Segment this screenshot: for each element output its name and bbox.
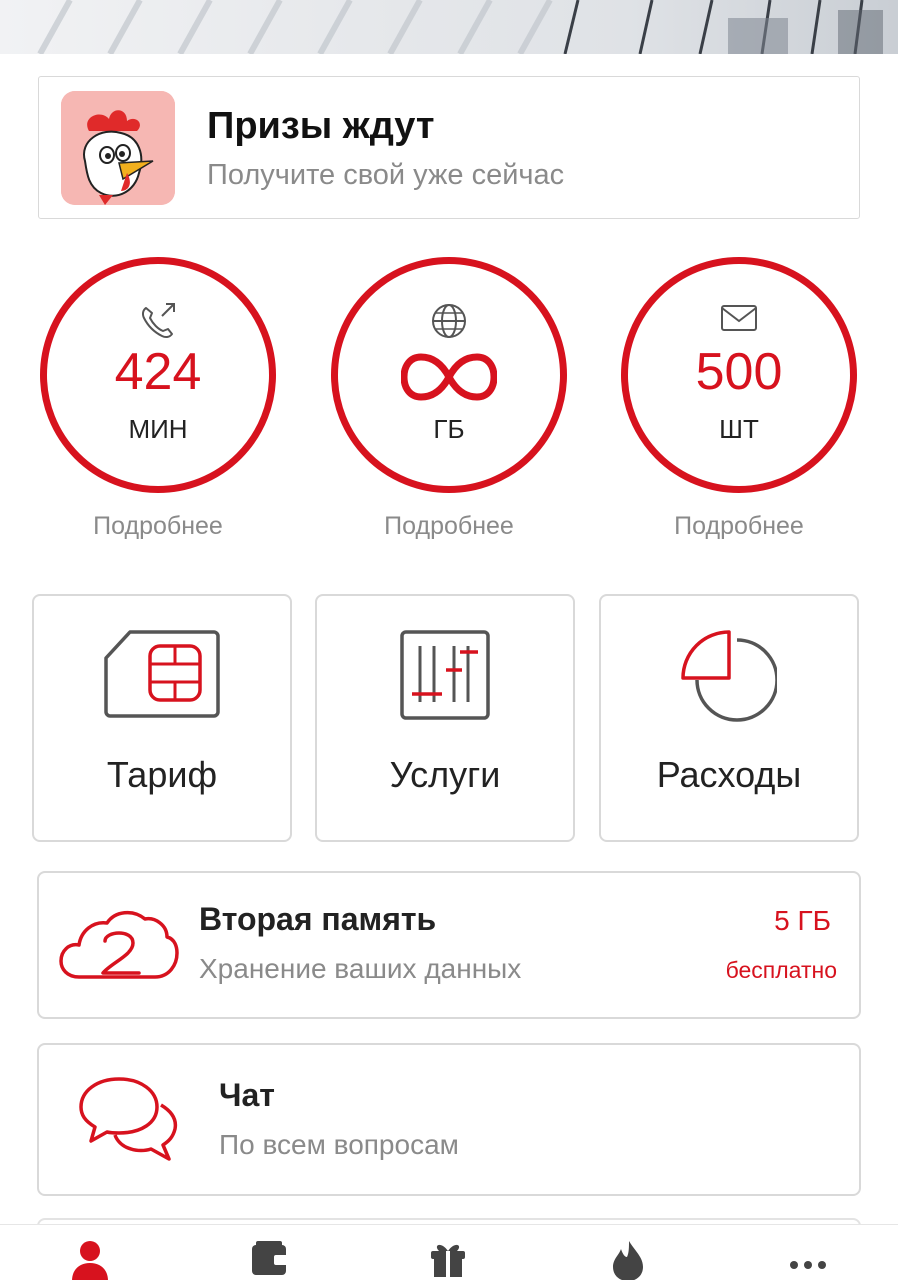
promo-card[interactable]: Призы ждут Получите свой уже сейчас [38,76,860,219]
flame-icon [613,1241,643,1280]
storage-amount: 5 ГБ [774,905,831,936]
internet-details-link[interactable]: Подробнее [331,512,567,541]
storage-title: Вторая память [199,901,437,937]
minutes-balance-ring[interactable]: 424 МИН [40,257,276,493]
expenses-tile[interactable]: Расходы [599,594,859,842]
chat-card[interactable]: Чат По всем вопросам [37,1043,861,1196]
pie-chart-icon [681,630,779,731]
cloud-two-icon [59,907,179,986]
nav-profile[interactable] [60,1239,120,1280]
globe-icon [430,302,468,345]
internet-unit: ГБ [433,414,465,444]
sms-details-link[interactable]: Подробнее [621,512,857,541]
more-icon [790,1261,826,1269]
header-banner-image [0,0,898,54]
nav-more[interactable] [778,1239,838,1280]
promo-subtitle: Получите свой уже сейчас [207,159,565,191]
chat-bubbles-icon [79,1075,179,1170]
storage-subtitle: Хранение ваших данных [199,953,522,984]
minutes-details-link[interactable]: Подробнее [40,512,276,541]
internet-balance-ring[interactable]: ∞ ГБ [331,257,567,493]
tariff-tile[interactable]: Тариф [32,594,292,842]
nav-gifts[interactable] [418,1239,478,1280]
chat-subtitle: По всем вопросам [219,1129,459,1160]
profile-icon [72,1241,108,1280]
infinity-symbol: ∞ [400,352,498,407]
minutes-unit: МИН [128,414,188,444]
cloud-storage-card[interactable]: Вторая память Хранение ваших данных 5 ГБ… [37,871,861,1019]
nav-offers[interactable] [598,1239,658,1280]
minutes-value: 424 [114,343,202,401]
phone-call-icon [138,302,178,345]
wallet-icon [252,1241,288,1275]
nav-wallet[interactable] [239,1239,299,1280]
sms-balance-ring[interactable]: 500 ШТ [621,257,857,493]
gift-icon [431,1244,465,1277]
chat-title: Чат [219,1077,275,1113]
services-label: Услуги [389,754,501,795]
expenses-label: Расходы [656,754,802,795]
services-tile[interactable]: Услуги [315,594,575,842]
bottom-nav [0,1224,898,1280]
storage-free-label: бесплатно [725,957,837,983]
tariff-label: Тариф [106,754,218,795]
rooster-mascot-image [61,91,175,205]
envelope-icon [719,302,759,339]
sliders-icon [400,630,490,725]
promo-title: Призы ждут [207,105,435,147]
sim-card-icon [104,630,220,723]
sms-value: 500 [695,343,783,401]
sms-unit: ШТ [719,414,759,444]
